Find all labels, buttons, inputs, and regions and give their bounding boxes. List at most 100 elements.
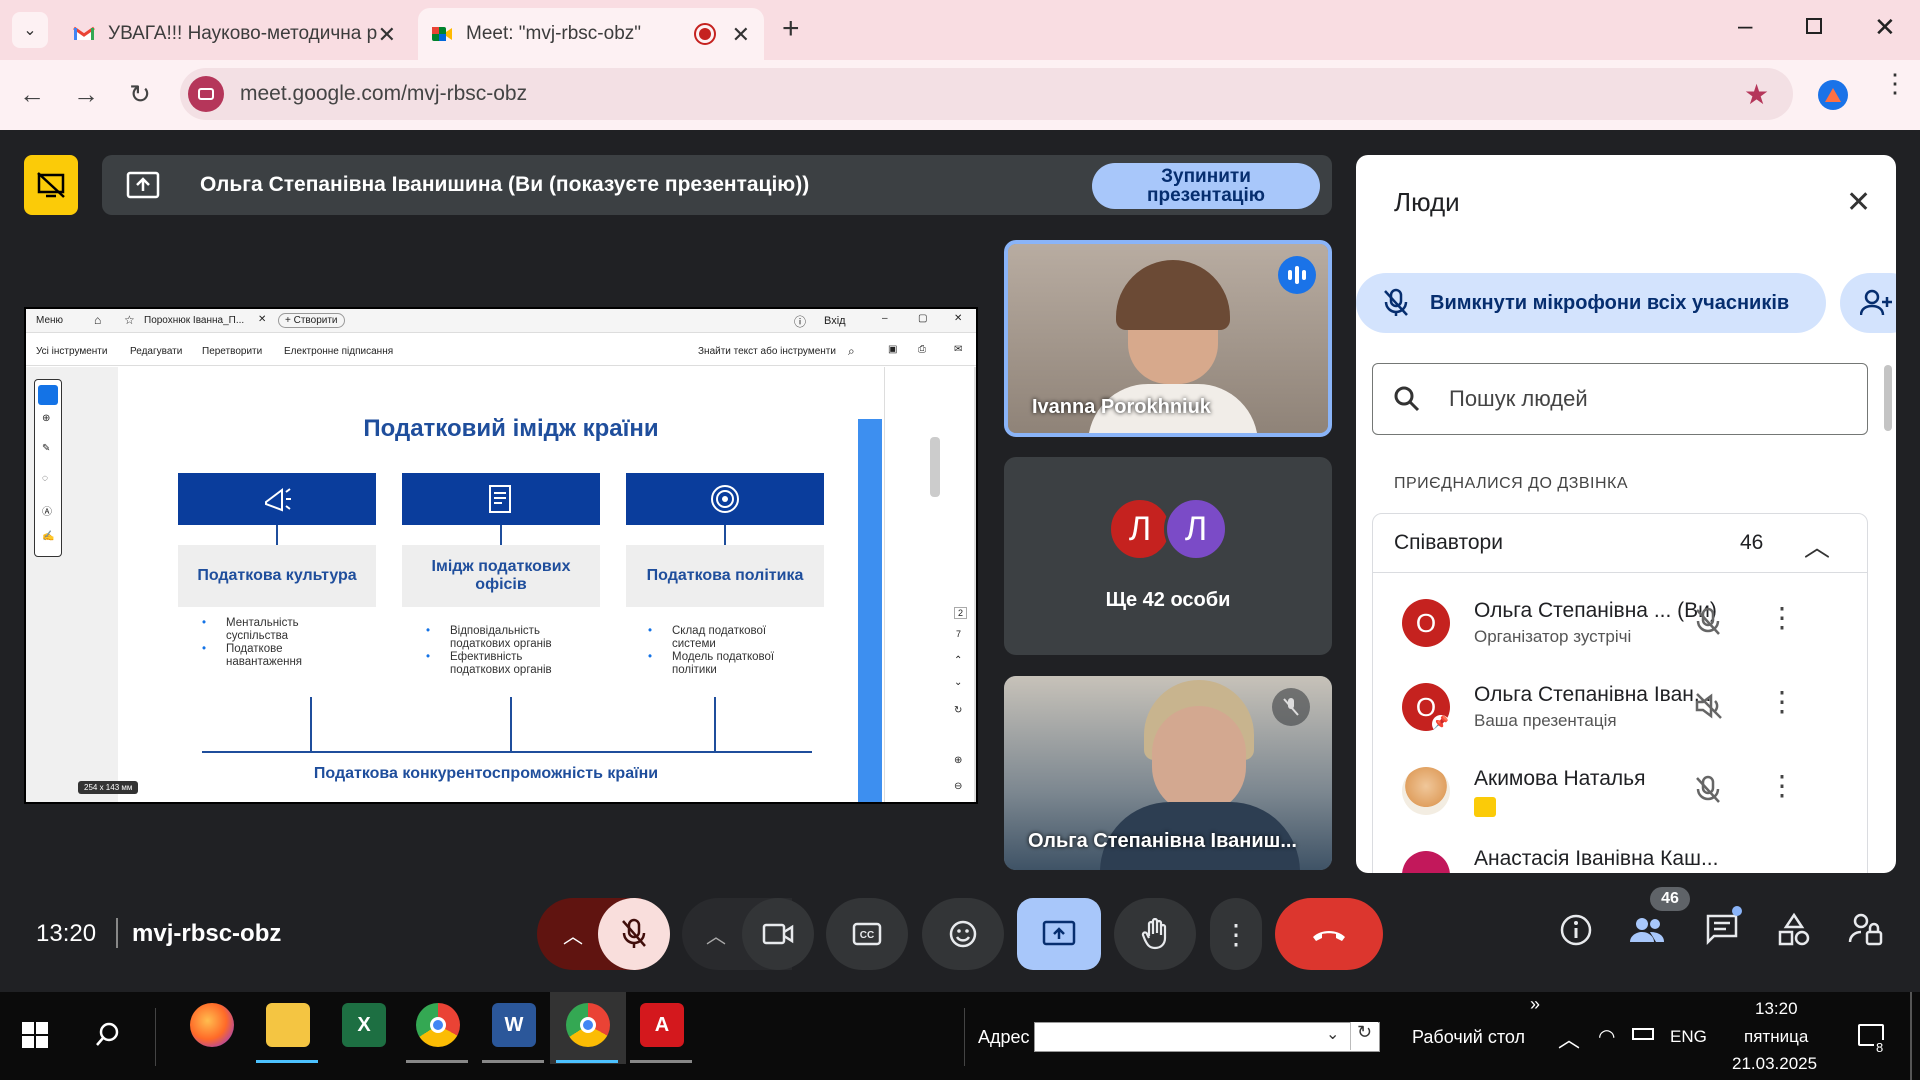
connector-lines [510,697,512,751]
bullet-item: • Відповідальність податкових органів [426,625,552,650]
more-options-icon[interactable]: ⋮ [1768,769,1796,802]
window-close-button[interactable]: ✕ [1874,12,1896,43]
chevron-down-icon[interactable]: ⌄ [1326,1024,1339,1044]
close-icon: ✕ [954,313,963,324]
participant-row[interactable]: О Ольга Степанівна ... (Ви) Організатор … [1402,595,1862,665]
participant-tile-speaking[interactable]: Ivanna Porokhniuk [1004,240,1332,437]
participant-row[interactable]: Акимова Наталья ⋮ [1402,763,1862,833]
chevron-down-icon: ⌄ [954,677,963,688]
search-icon: ⌕ [848,344,855,358]
host-controls-button[interactable] [1848,912,1884,953]
participant-tile-self[interactable]: Ольга Степанівна Іваниш... [1004,676,1332,870]
close-icon[interactable]: ✕ [378,22,396,48]
close-icon[interactable]: ✕ [732,22,750,48]
camera-toggle-button[interactable] [742,898,814,970]
chrome-taskbar-icon[interactable] [416,1003,460,1047]
stop-label-2: презентацію [1147,185,1265,206]
participant-tile-group[interactable]: Л Л Ще 42 особи [1004,457,1332,655]
search-icon [1394,386,1420,412]
taskbar-search-button[interactable] [94,1020,122,1053]
bullet-text: Ментальність суспільства [226,617,299,642]
meeting-code: mvj-rbsc-obz [132,920,282,947]
home-icon: ⌂ [94,313,102,327]
more-options-icon[interactable]: ⋮ [1768,601,1796,634]
reactions-button[interactable] [922,898,1004,970]
network-icon[interactable]: ◠ [1598,1024,1615,1049]
help-icon: ⓘ [794,315,807,329]
leave-call-button[interactable] [1275,898,1383,970]
panel-scrollbar[interactable] [1884,365,1892,431]
active-indicator [256,1060,318,1063]
chevron-up-icon: ⌃ [954,655,963,666]
menu-label: Меню [36,315,64,326]
chat-button[interactable] [1704,912,1740,953]
stop-presenting-button[interactable]: Зупинити презентацію [1092,163,1320,209]
chat-unread-dot [1732,906,1742,916]
reload-button[interactable]: ↻ [122,76,158,112]
battery-icon[interactable] [1632,1028,1654,1040]
tab-gmail[interactable]: УВАГА!!! Науково-методична р ✕ [60,8,410,60]
language-indicator[interactable]: ENG [1670,1027,1707,1047]
slide-label-box-2: Імідж податкових офісів [402,545,600,607]
show-desktop-strip[interactable] [1910,992,1912,1080]
participant-row[interactable]: О 📌 Ольга Степанівна Іван... Ваша презен… [1402,679,1862,749]
toolbar-overflow-icon[interactable]: » [1530,994,1540,1015]
go-refresh-icon[interactable]: ↻ [1350,1022,1378,1050]
activities-button[interactable] [1776,912,1812,953]
word-taskbar-icon[interactable]: W [492,1003,536,1047]
firefox-taskbar-icon[interactable] [190,1003,234,1047]
bookmark-star-icon[interactable]: ★ [1744,78,1769,111]
start-button[interactable] [22,1022,48,1053]
avatar: Л [1164,497,1228,561]
forward-button[interactable]: → [68,76,104,112]
search-people-input[interactable]: Пошук людей [1372,363,1868,435]
present-button[interactable] [1017,898,1101,970]
chevron-up-icon[interactable]: ︿ [1558,1022,1580,1054]
chevron-up-icon[interactable]: ︿ [1804,527,1830,564]
comment-tool-icon: ⊕ [42,413,51,424]
hide-presentation-button[interactable] [24,155,78,215]
file-explorer-taskbar-icon[interactable] [266,1003,310,1047]
star-icon: ☆ [124,313,135,327]
desktop-toolbar-label[interactable]: Рабочий стол [1412,1027,1525,1048]
slide-label-box-3: Податкова політика [626,545,824,607]
clock-time[interactable]: 13:20 [1755,999,1798,1019]
info-icon [1560,914,1592,946]
raise-hand-button[interactable] [1114,898,1196,970]
slide-icon-box-2 [402,473,600,525]
bullet-text: Відповідальність податкових органів [450,625,552,650]
acrobat-taskbar-icon[interactable]: A [640,1003,684,1047]
chrome-taskbar-icon[interactable] [566,1003,610,1047]
more-options-button[interactable]: ⋮ [1210,898,1262,970]
restore-button[interactable] [1806,18,1822,34]
tab-meet[interactable]: Meet: "mvj-rbsc-obz" ✕ [418,8,764,60]
browser-menu-icon[interactable]: ⋮ [1882,70,1908,96]
people-button[interactable] [1628,912,1668,953]
box-label: Податкова культура [197,567,357,584]
mic-off-icon [622,918,646,948]
mic-toggle-button[interactable] [598,898,670,970]
close-panel-button[interactable]: ✕ [1846,185,1871,220]
site-info-icon[interactable] [188,76,224,112]
participant-row[interactable]: Анастасія Іванівна Каш... [1402,847,1862,873]
minimize-button[interactable]: – [1738,10,1752,41]
page-total: 7 [956,629,962,639]
address-bar[interactable]: meet.google.com/mvj-rbsc-obz [180,68,1793,120]
volume-off-icon [1694,691,1724,726]
add-people-button[interactable] [1840,273,1896,333]
more-options-icon[interactable]: ⋮ [1768,685,1796,718]
tab-search-button[interactable]: ⌄ [12,12,48,48]
divider [964,1008,965,1066]
new-tab-button[interactable]: + [782,12,800,46]
chat-icon [1706,914,1738,946]
excel-taskbar-icon[interactable]: X [342,1003,386,1047]
text-tool-icon: Ⓐ [42,507,52,518]
captions-button[interactable]: CC [826,898,908,970]
presenter-text: Ольга Степанівна Іванишина (Ви (показуєт… [200,173,810,196]
mute-all-button[interactable]: Вимкнути мікрофони всіх учасників [1356,273,1826,333]
panel-title: Люди [1394,187,1460,217]
back-button[interactable]: ← [14,76,50,112]
profile-avatar[interactable] [1818,80,1848,110]
meeting-info-button[interactable] [1558,912,1594,953]
participant-role: Ваша презентація [1474,711,1617,730]
